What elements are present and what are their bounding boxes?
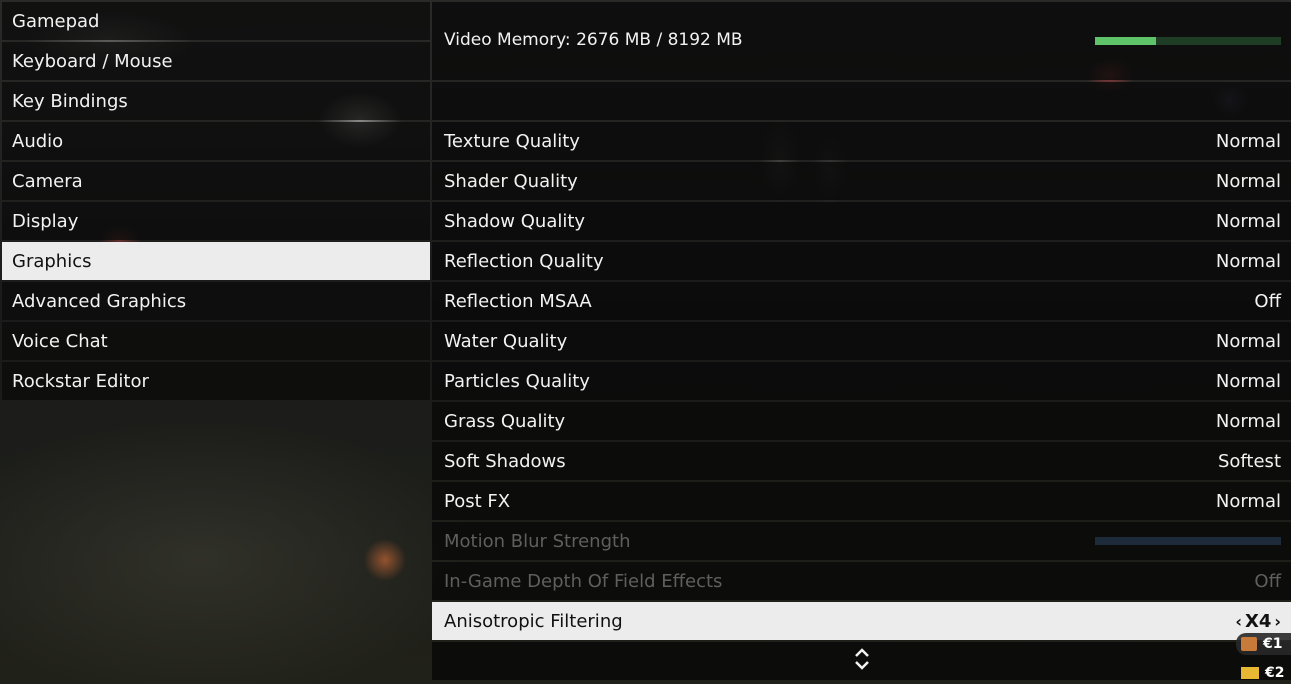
- hud-cash-balance: €2: [1227, 662, 1291, 684]
- video-memory-bar: [1095, 37, 1281, 45]
- setting-texture-quality[interactable]: Texture Quality Normal: [432, 122, 1291, 160]
- setting-label: Grass Quality: [444, 410, 566, 432]
- menu-item-gamepad[interactable]: Gamepad: [2, 2, 430, 40]
- setting-grass-quality[interactable]: Grass Quality Normal: [432, 402, 1291, 440]
- setting-label: Soft Shadows: [444, 450, 566, 472]
- video-memory-label: Video Memory: 2676 MB / 8192 MB: [444, 30, 743, 50]
- setting-label: Texture Quality: [444, 130, 580, 152]
- setting-value: Off: [1254, 570, 1281, 592]
- menu-item-label: Keyboard / Mouse: [12, 50, 173, 72]
- setting-motion-blur-strength: Motion Blur Strength: [432, 522, 1291, 560]
- setting-reflection-msaa[interactable]: Reflection MSAA Off: [432, 282, 1291, 320]
- hud-bank-balance: €1: [1236, 633, 1291, 655]
- setting-label: Reflection Quality: [444, 250, 604, 272]
- bank-amount: €1: [1263, 636, 1283, 652]
- setting-shader-quality[interactable]: Shader Quality Normal: [432, 162, 1291, 200]
- setting-label: Shadow Quality: [444, 210, 586, 232]
- cash-amount: €2: [1265, 665, 1285, 681]
- setting-value: Normal: [1215, 490, 1281, 512]
- setting-value: Normal: [1215, 410, 1281, 432]
- setting-value: Softest: [1217, 450, 1281, 472]
- setting-label: In-Game Depth Of Field Effects: [444, 570, 723, 592]
- setting-depth-of-field: In-Game Depth Of Field Effects Off: [432, 562, 1291, 600]
- setting-label: Post FX: [444, 490, 511, 512]
- menu-item-camera[interactable]: Camera: [2, 162, 430, 200]
- setting-value: X4: [1245, 610, 1272, 632]
- setting-water-quality[interactable]: Water Quality Normal: [432, 322, 1291, 360]
- setting-soft-shadows[interactable]: Soft Shadows Softest: [432, 442, 1291, 480]
- setting-label: Particles Quality: [444, 370, 590, 392]
- setting-label: Shader Quality: [444, 170, 578, 192]
- setting-shadow-quality[interactable]: Shadow Quality Normal: [432, 202, 1291, 240]
- menu-item-advanced-graphics[interactable]: Advanced Graphics: [2, 282, 430, 320]
- menu-item-label: Graphics: [12, 250, 92, 272]
- setting-value: Normal: [1215, 250, 1281, 272]
- setting-value: Normal: [1215, 130, 1281, 152]
- setting-value: Normal: [1215, 170, 1281, 192]
- setting-label: Motion Blur Strength: [444, 530, 631, 552]
- video-memory-fill: [1095, 37, 1156, 45]
- chevron-left-icon[interactable]: ‹: [1235, 612, 1242, 631]
- setting-value: Normal: [1215, 210, 1281, 232]
- setting-value: Off: [1254, 290, 1281, 312]
- graphics-settings-panel: Video Memory: 2676 MB / 8192 MB Texture …: [432, 0, 1291, 684]
- settings-list: Texture Quality Normal Shader Quality No…: [432, 82, 1291, 680]
- setting-value: Normal: [1215, 370, 1281, 392]
- menu-item-key-bindings[interactable]: Key Bindings: [2, 82, 430, 120]
- wallet-icon: [1241, 667, 1259, 679]
- video-memory-row: Video Memory: 2676 MB / 8192 MB: [432, 2, 1291, 80]
- menu-item-keyboard-mouse[interactable]: Keyboard / Mouse: [2, 42, 430, 80]
- menu-item-label: Rockstar Editor: [12, 370, 149, 392]
- menu-item-graphics[interactable]: Graphics: [2, 242, 430, 280]
- setting-post-fx[interactable]: Post FX Normal: [432, 482, 1291, 520]
- menu-item-label: Voice Chat: [12, 330, 108, 352]
- menu-item-voice-chat[interactable]: Voice Chat: [2, 322, 430, 360]
- menu-item-rockstar-editor[interactable]: Rockstar Editor: [2, 362, 430, 400]
- setting-value: Normal: [1215, 330, 1281, 352]
- menu-item-label: Camera: [12, 170, 83, 192]
- setting-label: Reflection MSAA: [444, 290, 592, 312]
- bank-icon: [1241, 637, 1257, 651]
- setting-reflection-quality[interactable]: Reflection Quality Normal: [432, 242, 1291, 280]
- menu-item-label: Audio: [12, 130, 64, 152]
- setting-particles-quality[interactable]: Particles Quality Normal: [432, 362, 1291, 400]
- setting-label: Anisotropic Filtering: [444, 610, 623, 632]
- menu-item-label: Gamepad: [12, 10, 100, 32]
- menu-item-label: Advanced Graphics: [12, 290, 187, 312]
- value-selector: ‹ X4 ›: [1235, 611, 1281, 632]
- menu-item-label: Key Bindings: [12, 90, 128, 112]
- chevron-right-icon[interactable]: ›: [1274, 612, 1281, 631]
- menu-item-display[interactable]: Display: [2, 202, 430, 240]
- menu-item-label: Display: [12, 210, 79, 232]
- scroll-up-down-icon: [852, 646, 872, 676]
- setting-anisotropic-filtering[interactable]: Anisotropic Filtering ‹ X4 ›: [432, 602, 1291, 640]
- setting-label: Water Quality: [444, 330, 568, 352]
- settings-category-menu: Gamepad Keyboard / Mouse Key Bindings Au…: [2, 2, 430, 402]
- settings-spacer: [432, 82, 1291, 120]
- motion-blur-slider: [1095, 537, 1281, 545]
- menu-item-audio[interactable]: Audio: [2, 122, 430, 160]
- scroll-indicator[interactable]: [432, 642, 1291, 680]
